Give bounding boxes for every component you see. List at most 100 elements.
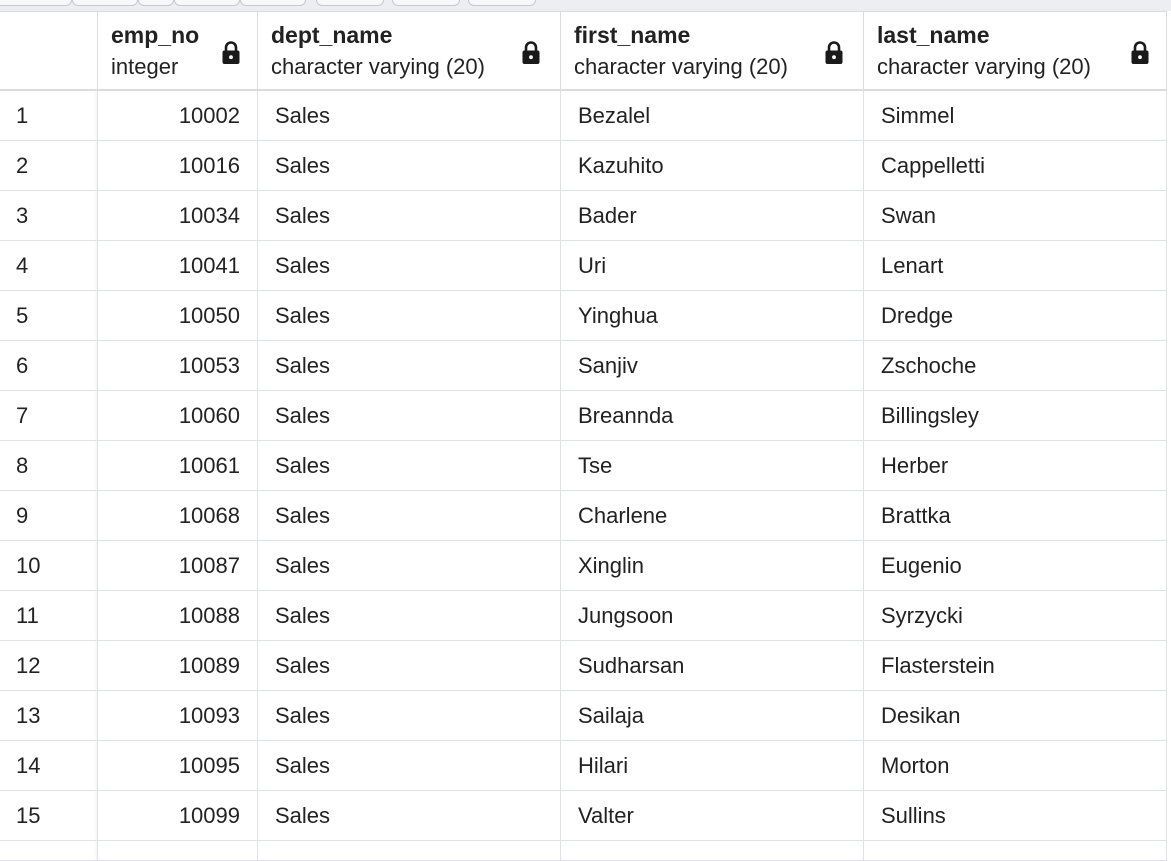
emp-no-cell[interactable]: 10093 (98, 691, 258, 740)
last-name-cell[interactable]: Dredge (864, 291, 1167, 340)
first-name-cell[interactable]: Kazuhito (561, 141, 864, 190)
first-name-cell[interactable]: Bezalel (561, 91, 864, 140)
emp-no-cell[interactable]: 10016 (98, 141, 258, 190)
row-number-cell[interactable]: 6 (0, 341, 98, 390)
dept-name-cell[interactable]: Sales (258, 741, 561, 790)
table-row[interactable]: 11 10088 Sales Jungsoon Syrzycki (0, 591, 1167, 641)
column-header-first-name[interactable]: first_name character varying (20) (561, 12, 864, 89)
last-name-cell[interactable]: Simmel (864, 91, 1167, 140)
table-row[interactable]: 5 10050 Sales Yinghua Dredge (0, 291, 1167, 341)
row-number-header[interactable] (0, 12, 98, 89)
dept-name-cell[interactable]: Sales (258, 491, 561, 540)
emp-no-cell[interactable]: 10095 (98, 741, 258, 790)
dept-name-cell[interactable]: Sales (258, 91, 561, 140)
row-number-cell[interactable]: 14 (0, 741, 98, 790)
dept-name-cell[interactable]: Sales (258, 291, 561, 340)
row-number-cell[interactable]: 13 (0, 691, 98, 740)
emp-no-cell[interactable]: 10060 (98, 391, 258, 440)
table-row[interactable]: 3 10034 Sales Bader Swan (0, 191, 1167, 241)
table-row[interactable]: 8 10061 Sales Tse Herber (0, 441, 1167, 491)
first-name-cell[interactable]: Charlene (561, 491, 864, 540)
row-number-cell[interactable]: 10 (0, 541, 98, 590)
first-name-cell[interactable]: Breannda (561, 391, 864, 440)
row-number-cell[interactable]: 9 (0, 491, 98, 540)
first-name-cell[interactable]: Sailaja (561, 691, 864, 740)
emp-no-cell[interactable]: 10068 (98, 491, 258, 540)
toolbar-button[interactable] (316, 0, 384, 6)
last-name-cell[interactable]: Cappelletti (864, 141, 1167, 190)
table-row[interactable]: 2 10016 Sales Kazuhito Cappelletti (0, 141, 1167, 191)
last-name-cell[interactable]: Eugenio (864, 541, 1167, 590)
row-number-cell[interactable]: 1 (0, 91, 98, 140)
toolbar-button[interactable] (240, 0, 306, 6)
row-number-cell[interactable]: 7 (0, 391, 98, 440)
first-name-cell[interactable] (561, 841, 864, 860)
first-name-cell[interactable]: Jungsoon (561, 591, 864, 640)
row-number-cell[interactable]: 2 (0, 141, 98, 190)
last-name-cell[interactable]: Morton (864, 741, 1167, 790)
dept-name-cell[interactable]: Sales (258, 641, 561, 690)
emp-no-cell[interactable]: 10053 (98, 341, 258, 390)
dept-name-cell[interactable] (258, 841, 561, 860)
table-row[interactable]: 15 10099 Sales Valter Sullins (0, 791, 1167, 841)
row-number-cell[interactable]: 5 (0, 291, 98, 340)
table-row[interactable]: 10 10087 Sales Xinglin Eugenio (0, 541, 1167, 591)
dept-name-cell[interactable]: Sales (258, 691, 561, 740)
dept-name-cell[interactable]: Sales (258, 441, 561, 490)
row-number-cell[interactable]: 4 (0, 241, 98, 290)
table-row[interactable]: 14 10095 Sales Hilari Morton (0, 741, 1167, 791)
dept-name-cell[interactable]: Sales (258, 541, 561, 590)
dept-name-cell[interactable]: Sales (258, 141, 561, 190)
row-number-cell[interactable]: 12 (0, 641, 98, 690)
column-header-dept-name[interactable]: dept_name character varying (20) (258, 12, 561, 89)
dept-name-cell[interactable]: Sales (258, 391, 561, 440)
toolbar-button[interactable] (138, 0, 174, 6)
last-name-cell[interactable]: Lenart (864, 241, 1167, 290)
emp-no-cell[interactable]: 10034 (98, 191, 258, 240)
last-name-cell[interactable]: Desikan (864, 691, 1167, 740)
emp-no-cell[interactable]: 10002 (98, 91, 258, 140)
table-row[interactable]: 6 10053 Sales Sanjiv Zschoche (0, 341, 1167, 391)
last-name-cell[interactable]: Flasterstein (864, 641, 1167, 690)
toolbar-button[interactable] (72, 0, 138, 6)
emp-no-cell[interactable]: 10089 (98, 641, 258, 690)
first-name-cell[interactable]: Valter (561, 791, 864, 840)
emp-no-cell[interactable] (98, 841, 258, 860)
last-name-cell[interactable]: Swan (864, 191, 1167, 240)
first-name-cell[interactable]: Uri (561, 241, 864, 290)
first-name-cell[interactable]: Tse (561, 441, 864, 490)
row-number-cell[interactable]: 11 (0, 591, 98, 640)
last-name-cell[interactable]: Billingsley (864, 391, 1167, 440)
dept-name-cell[interactable]: Sales (258, 241, 561, 290)
first-name-cell[interactable]: Bader (561, 191, 864, 240)
last-name-cell[interactable]: Brattka (864, 491, 1167, 540)
toolbar-button[interactable] (0, 0, 72, 6)
row-number-cell[interactable]: 15 (0, 791, 98, 840)
emp-no-cell[interactable]: 10050 (98, 291, 258, 340)
row-number-cell[interactable]: 8 (0, 441, 98, 490)
table-row[interactable]: 13 10093 Sales Sailaja Desikan (0, 691, 1167, 741)
last-name-cell[interactable]: Syrzycki (864, 591, 1167, 640)
row-number-cell[interactable]: 3 (0, 191, 98, 240)
emp-no-cell[interactable]: 10061 (98, 441, 258, 490)
emp-no-cell[interactable]: 10099 (98, 791, 258, 840)
last-name-cell[interactable]: Zschoche (864, 341, 1167, 390)
table-row[interactable]: 9 10068 Sales Charlene Brattka (0, 491, 1167, 541)
toolbar-button[interactable] (468, 0, 536, 6)
table-row[interactable]: 1 10002 Sales Bezalel Simmel (0, 91, 1167, 141)
table-row[interactable]: 4 10041 Sales Uri Lenart (0, 241, 1167, 291)
row-number-cell[interactable] (0, 841, 98, 860)
dept-name-cell[interactable]: Sales (258, 191, 561, 240)
dept-name-cell[interactable]: Sales (258, 341, 561, 390)
table-row[interactable]: 7 10060 Sales Breannda Billingsley (0, 391, 1167, 441)
last-name-cell[interactable] (864, 841, 1167, 860)
dept-name-cell[interactable]: Sales (258, 791, 561, 840)
toolbar-button[interactable] (174, 0, 240, 6)
first-name-cell[interactable]: Xinglin (561, 541, 864, 590)
last-name-cell[interactable]: Herber (864, 441, 1167, 490)
column-header-emp-no[interactable]: emp_no integer (98, 12, 258, 89)
column-header-last-name[interactable]: last_name character varying (20) (864, 12, 1167, 89)
emp-no-cell[interactable]: 10087 (98, 541, 258, 590)
emp-no-cell[interactable]: 10088 (98, 591, 258, 640)
emp-no-cell[interactable]: 10041 (98, 241, 258, 290)
